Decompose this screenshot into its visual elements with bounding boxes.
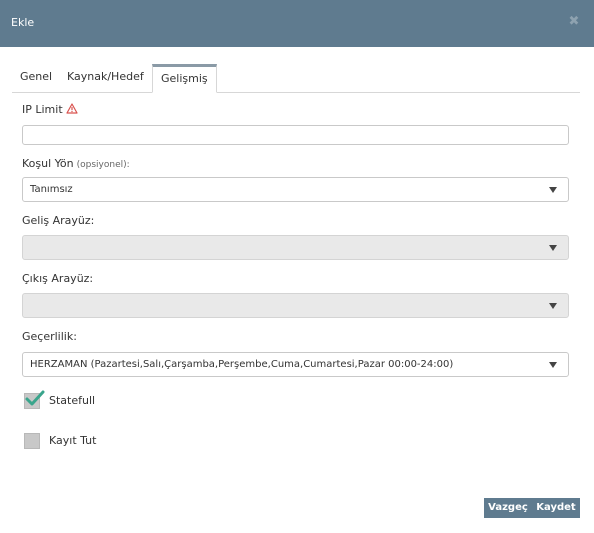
kayit-tut-label: Kayıt Tut [49, 434, 97, 447]
tab-gelismis[interactable]: Gelişmiş [152, 64, 217, 93]
kosul-yon-value: Tanımsız [30, 184, 73, 195]
ip-limit-label-text: IP Limit [22, 103, 63, 116]
statefull-checkbox[interactable] [24, 390, 45, 409]
chevron-down-icon [549, 187, 557, 193]
check-icon [25, 390, 45, 406]
kosul-yon-sublabel: (opsiyonel): [76, 160, 130, 170]
dialog: Ekle ✖ Genel Kaynak/Hedef Gelişmiş IP Li… [0, 0, 594, 533]
cancel-button[interactable]: Vazgeç [484, 498, 532, 518]
tab-kaynak-hedef[interactable]: Kaynak/Hedef [59, 64, 152, 91]
ip-limit-label: IP Limit [22, 103, 78, 116]
cikis-arayuz-label: Çıkış Arayüz: [22, 272, 94, 285]
gelis-arayuz-select[interactable] [22, 235, 569, 260]
cikis-arayuz-select[interactable] [22, 293, 569, 318]
chevron-down-icon [549, 245, 557, 251]
tab-genel[interactable]: Genel [12, 64, 60, 91]
gecerlilik-value: HERZAMAN (Pazartesi,Salı,Çarşamba,Perşem… [30, 359, 454, 370]
gecerlilik-label: Geçerlilik: [22, 330, 77, 343]
warning-icon [66, 103, 78, 114]
dialog-titlebar: Ekle ✖ [0, 0, 594, 47]
kosul-yon-select[interactable]: Tanımsız [22, 177, 569, 202]
close-icon[interactable]: ✖ [568, 14, 580, 30]
kosul-yon-label-text: Koşul Yön [22, 157, 74, 170]
kayit-tut-checkbox[interactable] [24, 433, 40, 449]
ip-limit-input[interactable] [22, 125, 569, 145]
chevron-down-icon [549, 362, 557, 368]
gecerlilik-select[interactable]: HERZAMAN (Pazartesi,Salı,Çarşamba,Perşem… [22, 352, 569, 377]
chevron-down-icon [549, 303, 557, 309]
tab-bar: Genel Kaynak/Hedef Gelişmiş [12, 64, 580, 93]
kosul-yon-label: Koşul Yön (opsiyonel): [22, 157, 130, 170]
gelis-arayuz-label: Geliş Arayüz: [22, 214, 95, 227]
save-button[interactable]: Kaydet [532, 498, 580, 518]
statefull-label: Statefull [49, 394, 96, 407]
dialog-title: Ekle [11, 16, 35, 29]
